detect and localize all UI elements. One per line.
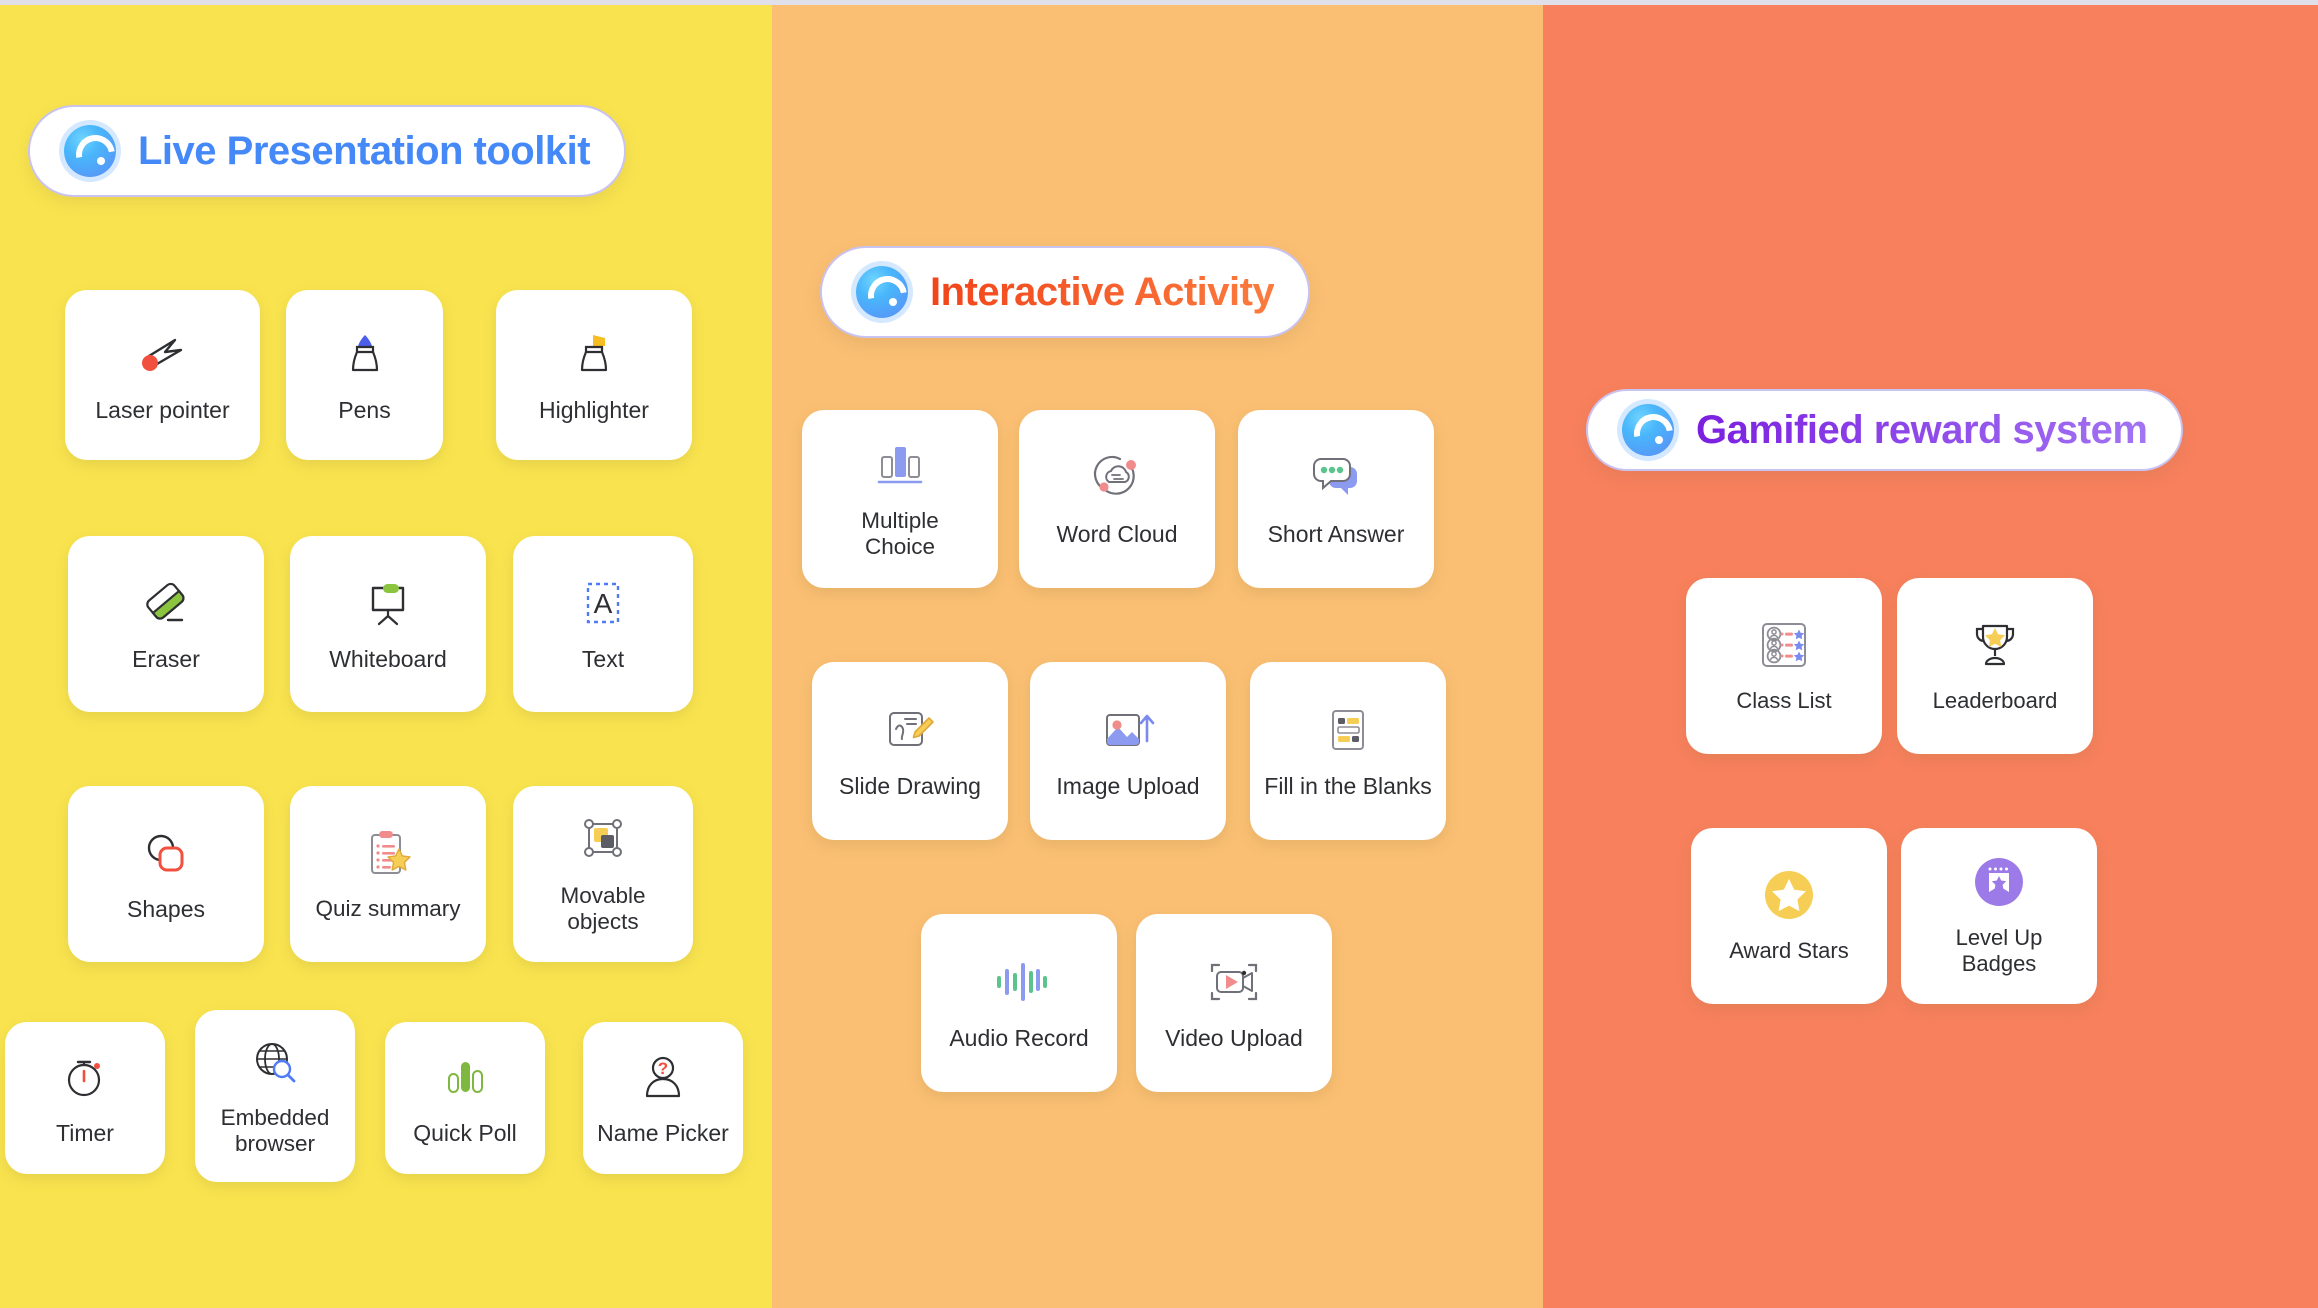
tile-label: Leaderboard — [1932, 688, 2058, 714]
highlighter-icon — [562, 325, 626, 383]
shapes-icon — [134, 824, 198, 882]
panel-live-presentation-toolkit: Live Presentation toolkit Laser pointer … — [0, 0, 772, 1308]
tile-label: Text — [581, 645, 625, 672]
top-edge-strip — [0, 0, 2318, 5]
tile-label: Multiple Choice — [861, 507, 939, 559]
tile-label: Quiz summary — [315, 895, 461, 921]
chat-bubbles-icon — [1304, 449, 1368, 507]
header-pill-gamified-reward-system: Gamified reward system — [1586, 389, 2184, 471]
header-pill-interactive-activity: Interactive Activity — [820, 246, 1311, 338]
circle-c-logo-icon — [1622, 404, 1674, 456]
tile-label: Embedded browser — [220, 1104, 330, 1156]
star-circle-icon — [1757, 866, 1821, 924]
tile-label: Slide Drawing — [839, 772, 981, 799]
name-picker-icon: ? — [631, 1048, 695, 1106]
tile-label: Name Picker — [597, 1119, 729, 1146]
tile-label: Whiteboard — [329, 645, 447, 672]
tile-class-list[interactable]: Class List — [1686, 578, 1882, 754]
panel-gamified-reward-system: Gamified reward system Class List Leader… — [1543, 0, 2318, 1308]
quick-poll-icon — [433, 1048, 497, 1106]
tile-label: Pens — [338, 396, 391, 423]
header-pill-live-presentation-toolkit: Live Presentation toolkit — [28, 105, 627, 197]
movable-objects-icon — [571, 811, 635, 869]
svg-text:?: ? — [658, 1059, 668, 1078]
fill-in-blanks-icon — [1316, 701, 1380, 759]
tile-movable-objects[interactable]: Movable objects — [513, 786, 693, 962]
tile-quiz-summary[interactable]: Quiz summary — [290, 786, 486, 962]
tile-eraser[interactable]: Eraser — [68, 536, 264, 712]
tile-image-upload[interactable]: Image Upload — [1030, 662, 1226, 840]
tile-label: Shapes — [126, 895, 205, 922]
tile-timer[interactable]: Timer — [5, 1022, 165, 1174]
timer-icon — [53, 1048, 117, 1106]
eraser-icon — [134, 574, 198, 632]
tile-label: Highlighter — [539, 396, 649, 423]
tile-slide-drawing[interactable]: Slide Drawing — [812, 662, 1008, 840]
tile-label: Quick Poll — [413, 1119, 517, 1146]
tile-label: Short Answer — [1267, 520, 1405, 547]
slide-drawing-icon — [878, 701, 942, 759]
tile-pens[interactable]: Pens — [286, 290, 443, 460]
audio-waveform-icon — [987, 953, 1051, 1011]
tile-label: Word Cloud — [1056, 520, 1178, 547]
tile-video-upload[interactable]: Video Upload — [1136, 914, 1332, 1092]
tile-laser-pointer[interactable]: Laser pointer — [65, 290, 260, 460]
tile-highlighter[interactable]: Highlighter — [496, 290, 692, 460]
tile-whiteboard[interactable]: Whiteboard — [290, 536, 486, 712]
svg-text:A: A — [594, 588, 613, 619]
tile-label: Movable objects — [560, 882, 646, 934]
tile-leaderboard[interactable]: Leaderboard — [1897, 578, 2093, 754]
tile-label: Fill in the Blanks — [1264, 772, 1432, 799]
tile-quick-poll[interactable]: Quick Poll — [385, 1022, 545, 1174]
pen-icon — [333, 325, 397, 383]
quiz-summary-icon — [356, 824, 420, 882]
tile-label: Class List — [1736, 688, 1832, 714]
tile-label: Level Up Badges — [1955, 925, 2043, 976]
circle-c-logo-icon — [64, 125, 116, 177]
page-title-gamified-reward-system: Gamified reward system — [1696, 407, 2148, 452]
tile-label: Video Upload — [1165, 1024, 1303, 1051]
tile-label: Award Stars — [1729, 938, 1849, 964]
tile-text[interactable]: A Text — [513, 536, 693, 712]
text-box-icon: A — [571, 574, 635, 632]
bar-chart-icon — [868, 436, 932, 494]
circle-c-logo-icon — [856, 266, 908, 318]
embedded-browser-icon — [243, 1033, 307, 1091]
tile-embedded-browser[interactable]: Embedded browser — [195, 1010, 355, 1182]
panel-interactive-activity: Interactive Activity Multiple Choice Wor… — [772, 0, 1543, 1308]
whiteboard-icon — [356, 574, 420, 632]
tile-audio-record[interactable]: Audio Record — [921, 914, 1117, 1092]
tile-word-cloud[interactable]: Word Cloud — [1019, 410, 1215, 588]
tile-short-answer[interactable]: Short Answer — [1238, 410, 1434, 588]
three-panel-feature-board: Live Presentation toolkit Laser pointer … — [0, 0, 2318, 1308]
image-upload-icon — [1096, 701, 1160, 759]
badge-icon — [1967, 853, 2031, 911]
tile-label: Audio Record — [949, 1024, 1089, 1051]
tile-fill-in-the-blanks[interactable]: Fill in the Blanks — [1250, 662, 1446, 840]
tile-name-picker[interactable]: ? Name Picker — [583, 1022, 743, 1174]
page-title-live-presentation-toolkit: Live Presentation toolkit — [138, 128, 591, 173]
tile-level-up-badges[interactable]: Level Up Badges — [1901, 828, 2097, 1004]
tile-label: Timer — [56, 1119, 114, 1146]
class-list-icon — [1752, 616, 1816, 674]
tile-label: Laser pointer — [95, 396, 230, 423]
video-upload-icon — [1202, 953, 1266, 1011]
tile-label: Eraser — [132, 645, 200, 672]
tile-shapes[interactable]: Shapes — [68, 786, 264, 962]
laser-pointer-icon — [131, 325, 195, 383]
tile-label: Image Upload — [1056, 772, 1200, 799]
page-title-interactive-activity: Interactive Activity — [930, 269, 1275, 314]
tile-award-stars[interactable]: Award Stars — [1691, 828, 1887, 1004]
word-cloud-icon — [1085, 449, 1149, 507]
trophy-icon — [1963, 616, 2027, 674]
tile-multiple-choice[interactable]: Multiple Choice — [802, 410, 998, 588]
